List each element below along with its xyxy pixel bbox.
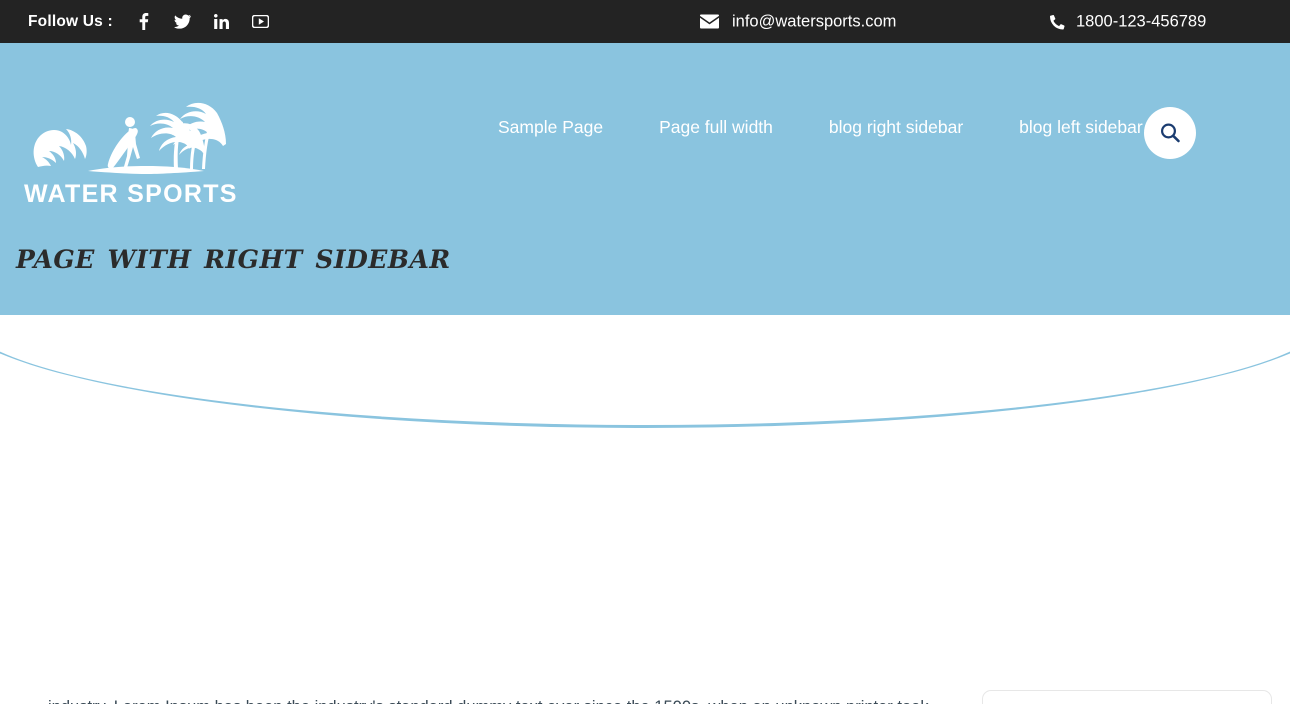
site-logo[interactable]: WATER SPORTS <box>16 93 256 209</box>
hero-curve-mask <box>0 315 1290 425</box>
site-header: WATER SPORTS Sample Page Page full width… <box>0 43 1290 428</box>
twitter-icon[interactable] <box>173 13 191 30</box>
primary-navigation: Sample Page Page full width blog right s… <box>470 117 1171 138</box>
envelope-icon <box>700 14 719 29</box>
nav-item-page-full-width[interactable]: Page full width <box>631 117 801 138</box>
header-search-toggle[interactable] <box>1144 107 1196 159</box>
contact-email[interactable]: info@watersports.com <box>700 12 896 31</box>
contact-phone-text: 1800-123-456789 <box>1076 12 1207 30</box>
search-icon <box>1159 122 1181 144</box>
top-utility-bar: Follow Us : info@watersports.com 1800-12… <box>0 0 1290 43</box>
linkedin-icon[interactable] <box>213 13 230 30</box>
sidebar: Search Recent Posts dummy text ever sinc… <box>982 690 1272 704</box>
youtube-icon[interactable] <box>251 13 269 30</box>
main-column: industry. Lorem Ipsum has been the indus… <box>48 693 938 704</box>
search-widget: Search <box>982 690 1272 704</box>
contact-email-text: info@watersports.com <box>732 12 897 30</box>
social-links <box>135 13 269 30</box>
body-paragraph: industry. Lorem Ipsum has been the indus… <box>48 693 938 704</box>
facebook-icon[interactable] <box>135 13 152 30</box>
surfer-wave-palm-logo-icon <box>26 93 244 178</box>
nav-item-blog-right-sidebar[interactable]: blog right sidebar <box>801 117 991 138</box>
phone-icon <box>1050 14 1065 29</box>
contact-phone[interactable]: 1800-123-456789 <box>1050 12 1206 31</box>
page-title: Page with right sidebar <box>16 236 451 277</box>
brand-name: WATER SPORTS <box>24 180 238 208</box>
nav-item-sample-page[interactable]: Sample Page <box>470 117 631 138</box>
follow-us-label: Follow Us : <box>28 12 113 30</box>
follow-us-group: Follow Us : <box>28 13 269 31</box>
